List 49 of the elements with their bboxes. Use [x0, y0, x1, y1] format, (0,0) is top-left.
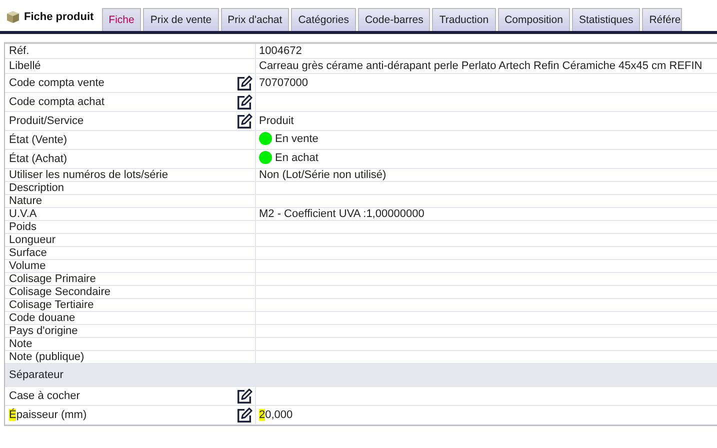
- tab[interactable]: Catégories: [291, 8, 356, 31]
- field-label: Code douane: [5, 312, 233, 324]
- field-value: Non (Lot/Série non utilisé): [259, 169, 386, 181]
- field-label: Code compta achat: [5, 92, 233, 112]
- field-label: Libellé: [5, 58, 233, 74]
- field-label: Colisage Secondaire: [5, 286, 233, 298]
- field-value: En vente: [275, 132, 318, 144]
- field-value: Produit: [259, 115, 294, 127]
- tab[interactable]: Fiche: [102, 8, 142, 31]
- field-value: 1004672: [259, 45, 302, 57]
- field-value: Carreau grès cérame anti-dérapant perle Perlato Artech Refin Céramiche 45x45 cm REFIN: [259, 60, 702, 72]
- field-label: Produit/Service: [5, 112, 233, 130]
- tab[interactable]: Prix d'achat: [220, 8, 290, 31]
- edit-icon[interactable]: [236, 112, 253, 130]
- field-label: Épaisseur (mm): [5, 406, 233, 424]
- field-label: Note: [5, 338, 233, 350]
- page-title: Fiche produit: [24, 11, 94, 23]
- edit-icon[interactable]: [236, 74, 253, 92]
- field-label: Colisage Primaire: [5, 272, 233, 286]
- field-label: Poids: [5, 220, 233, 234]
- field-value: M2 - Coefficient UVA :1,00000000: [259, 208, 424, 220]
- field-value: 20,000: [259, 409, 293, 421]
- field-label: Colisage Tertiaire: [5, 298, 233, 312]
- field-value: En achat: [275, 152, 318, 164]
- edit-icon[interactable]: [236, 388, 253, 404]
- tab[interactable]: Référe: [642, 8, 682, 31]
- field-label: Longueur: [5, 234, 233, 246]
- tab[interactable]: Prix de vente: [143, 8, 219, 31]
- tab[interactable]: Code-barres: [358, 8, 430, 31]
- field-label: Code compta vente: [5, 74, 233, 92]
- section-header: Séparateur: [5, 364, 256, 386]
- field-label: Case à cocher: [5, 386, 233, 406]
- field-label: Réf.: [5, 44, 233, 58]
- box-icon: [6, 10, 20, 24]
- tab[interactable]: Statistiques: [572, 8, 640, 31]
- field-label: Nature: [5, 194, 233, 208]
- edit-icon[interactable]: [236, 406, 253, 424]
- field-label: Utiliser les numéros de lots/série: [5, 168, 233, 182]
- field-value: 70707000: [259, 77, 308, 89]
- field-label: Pays d'origine: [5, 324, 233, 338]
- field-label: État (Vente): [5, 130, 233, 150]
- field-label: Volume: [5, 260, 233, 272]
- tab[interactable]: Composition: [498, 8, 570, 31]
- tab[interactable]: Traduction: [432, 8, 496, 31]
- field-label: État (Achat): [5, 150, 233, 168]
- edit-icon[interactable]: [236, 94, 253, 110]
- field-label: Description: [5, 182, 233, 194]
- field-label: U.V.A: [5, 208, 233, 220]
- field-label: Surface: [5, 246, 233, 260]
